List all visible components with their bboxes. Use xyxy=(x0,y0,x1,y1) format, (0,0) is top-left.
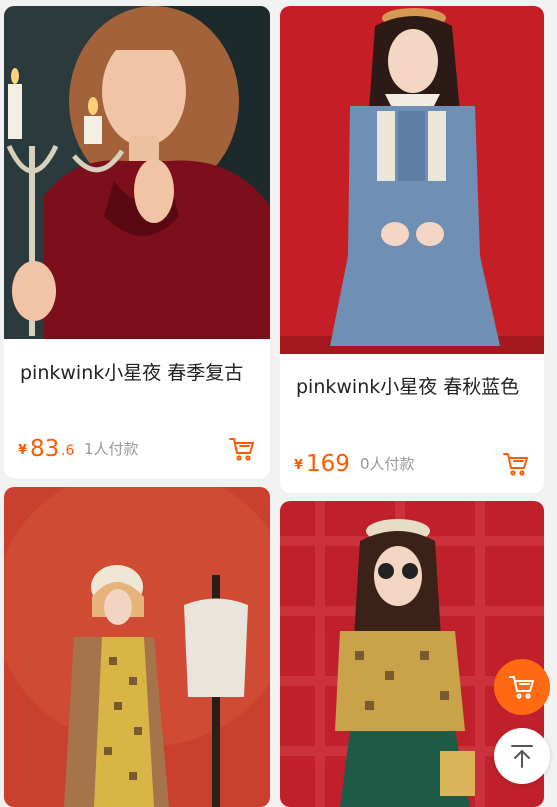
product-card[interactable] xyxy=(4,487,270,807)
arrow-up-icon xyxy=(508,742,536,770)
price-currency: ¥ xyxy=(294,458,304,473)
product-card[interactable]: pinkwink小星夜 春秋蓝色 ¥ 169 0人付款 xyxy=(280,6,544,493)
sales-count: 0人付款 xyxy=(360,455,415,473)
product-image[interactable] xyxy=(280,6,544,354)
price-row: ¥ 169 0人付款 xyxy=(294,448,530,478)
floating-cart-button[interactable] xyxy=(494,659,550,715)
price-currency: ¥ xyxy=(18,443,28,458)
price-integer: 169 xyxy=(306,451,350,477)
sales-count: 1人付款 xyxy=(84,440,139,458)
price-integer: 83 xyxy=(30,436,60,462)
product-title[interactable]: pinkwink小星夜 春秋蓝色 xyxy=(296,372,534,399)
back-to-top-button[interactable] xyxy=(494,728,550,784)
product-title[interactable]: pinkwink小星夜 春季复古 xyxy=(20,358,260,385)
price-row: ¥ 83 .6 1人付款 xyxy=(18,433,256,463)
cart-icon xyxy=(508,673,536,701)
cart-icon[interactable] xyxy=(228,435,256,463)
cart-icon[interactable] xyxy=(502,450,530,478)
product-card[interactable]: pinkwink小星夜 春季复古 ¥ 83 .6 1人付款 xyxy=(4,6,270,478)
price-decimal: .6 xyxy=(61,443,75,459)
product-image[interactable] xyxy=(4,487,270,807)
product-image[interactable] xyxy=(4,6,270,339)
